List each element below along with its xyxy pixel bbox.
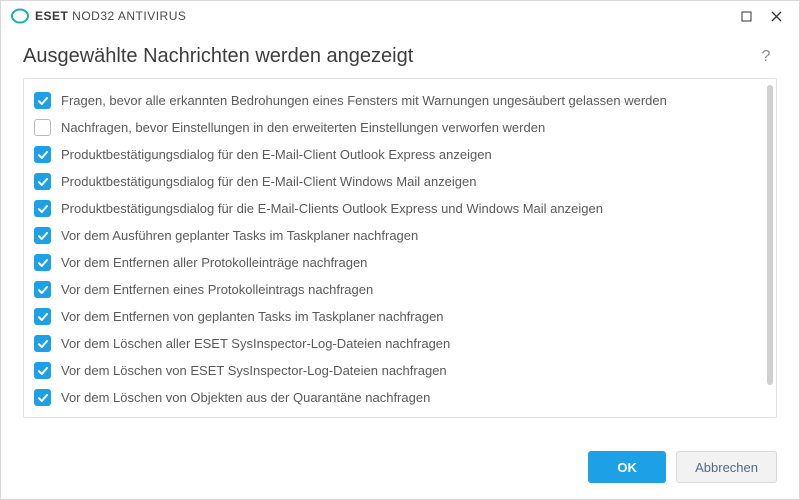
brand-strong: ESET — [35, 9, 68, 23]
checkbox[interactable] — [34, 254, 51, 271]
ok-button[interactable]: OK — [588, 451, 666, 483]
list-item: Produktbestätigungsdialog für die E-Mail… — [32, 195, 770, 222]
list-item-label: Produktbestätigungsdialog für die E-Mail… — [61, 201, 603, 216]
ok-label: OK — [617, 460, 637, 475]
cancel-label: Abbrechen — [695, 460, 758, 475]
checkbox[interactable] — [34, 146, 51, 163]
list-item-label: Vor dem Löschen von ESET SysInspector-Lo… — [61, 363, 447, 378]
list-item-label: Produktbestätigungsdialog für den E-Mail… — [61, 174, 477, 189]
checkbox[interactable] — [34, 389, 51, 406]
window-maximize-button[interactable] — [731, 2, 761, 30]
list-item: Vor dem Löschen von ESET SysInspector-Lo… — [32, 357, 770, 384]
list-item-label: Nachfragen, bevor Einstellungen in den e… — [61, 120, 545, 135]
brand-rest: NOD32 ANTIVIRUS — [68, 9, 186, 23]
checkbox[interactable] — [34, 200, 51, 217]
titlebar: ESET NOD32 ANTIVIRUS — [1, 1, 799, 31]
checkbox[interactable] — [34, 92, 51, 109]
eset-logo-icon — [11, 7, 29, 25]
list-item-label: Vor dem Entfernen aller Protokolleinträg… — [61, 255, 367, 270]
list-item: Vor dem Entfernen eines Protokolleintrag… — [32, 276, 770, 303]
list-item-label: Fragen, bevor alle erkannten Bedrohungen… — [61, 93, 667, 108]
list-item: Vor dem Löschen von Objekten aus der Qua… — [32, 384, 770, 409]
list-item: Fragen, bevor alle erkannten Bedrohungen… — [32, 87, 770, 114]
list-item-label: Vor dem Löschen aller ESET SysInspector-… — [61, 336, 450, 351]
list-item-label: Vor dem Entfernen von geplanten Tasks im… — [61, 309, 444, 324]
list-item-label: Vor dem Löschen von Objekten aus der Qua… — [61, 390, 430, 405]
list-item: Produktbestätigungsdialog für den E-Mail… — [32, 168, 770, 195]
scrollbar-thumb[interactable] — [767, 85, 773, 385]
list-item: Vor dem Ausführen geplanter Tasks im Tas… — [32, 222, 770, 249]
list-item-label: Produktbestätigungsdialog für den E-Mail… — [61, 147, 492, 162]
checkbox[interactable] — [34, 335, 51, 352]
list-item: Vor dem Entfernen von geplanten Tasks im… — [32, 303, 770, 330]
checkbox[interactable] — [34, 308, 51, 325]
checkbox[interactable] — [34, 173, 51, 190]
dialog-header: Ausgewählte Nachrichten werden angezeigt… — [1, 31, 799, 78]
list-item: Vor dem Löschen aller ESET SysInspector-… — [32, 330, 770, 357]
checkbox[interactable] — [34, 227, 51, 244]
brand-text: ESET NOD32 ANTIVIRUS — [35, 9, 186, 23]
list-item: Produktbestätigungsdialog für den E-Mail… — [32, 141, 770, 168]
brand: ESET NOD32 ANTIVIRUS — [11, 7, 186, 25]
checkbox[interactable] — [34, 362, 51, 379]
messages-list: Fragen, bevor alle erkannten Bedrohungen… — [23, 78, 777, 418]
checkbox[interactable] — [34, 281, 51, 298]
dialog-footer: OK Abbrechen — [1, 418, 799, 499]
page-title: Ausgewählte Nachrichten werden angezeigt — [23, 45, 755, 68]
list-item: Vor dem Entfernen aller Protokolleinträg… — [32, 249, 770, 276]
cancel-button[interactable]: Abbrechen — [676, 451, 777, 483]
help-icon: ? — [762, 48, 771, 66]
list-item-label: Vor dem Ausführen geplanter Tasks im Tas… — [61, 228, 418, 243]
list-item: Nachfragen, bevor Einstellungen in den e… — [32, 114, 770, 141]
list-item-label: Vor dem Entfernen eines Protokolleintrag… — [61, 282, 373, 297]
checkbox[interactable] — [34, 119, 51, 136]
help-button[interactable]: ? — [755, 46, 777, 68]
dialog-window: ESET NOD32 ANTIVIRUS Ausgewählte Nachric… — [0, 0, 800, 500]
window-close-button[interactable] — [761, 2, 791, 30]
